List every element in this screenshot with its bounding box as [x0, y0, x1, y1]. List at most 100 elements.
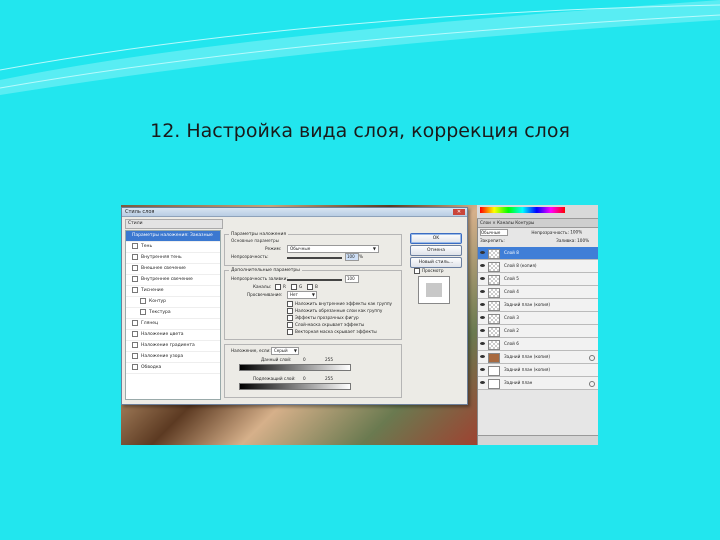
layer-thumbnail — [488, 314, 500, 324]
underlying-layer-min: 0 — [303, 376, 306, 381]
new-style-button[interactable]: Новый стиль... — [410, 257, 462, 268]
cancel-button[interactable]: Отмена — [410, 245, 462, 256]
checkbox[interactable] — [140, 297, 146, 304]
layer-row[interactable]: Задний план (копия) — [478, 299, 598, 312]
style-item-satin[interactable]: Глянец — [126, 319, 220, 330]
layers-tabs[interactable]: Слои × Каналы Контуры — [478, 219, 598, 228]
checkbox[interactable] — [132, 253, 138, 260]
mode-select[interactable]: Обычные ▼ — [287, 245, 379, 253]
style-item-texture[interactable]: Текстура — [126, 308, 220, 319]
eye-icon[interactable] — [480, 303, 485, 306]
channel-r[interactable]: R — [275, 284, 286, 290]
knockout-label: Просвечивание: — [247, 292, 283, 297]
opacity-input[interactable]: 100 — [345, 253, 359, 261]
styles-header[interactable]: Стили — [125, 219, 223, 229]
checkbox[interactable] — [132, 352, 138, 359]
eye-icon[interactable] — [480, 264, 485, 267]
layers-blend-select[interactable]: Обычные — [480, 229, 508, 236]
option-vector-mask-hides[interactable]: Векторная маска скрывает эффекты — [287, 329, 377, 335]
fill-value[interactable]: 100% — [577, 238, 589, 243]
checkbox[interactable] — [140, 308, 146, 315]
checkbox[interactable] — [287, 322, 293, 328]
layers-panel: Слои × Каналы Контуры Обычные Непрозрачн… — [477, 219, 598, 445]
ok-button[interactable]: OK — [410, 233, 462, 244]
style-item-drop-shadow[interactable]: Тень — [126, 242, 220, 253]
checkbox[interactable] — [291, 284, 297, 290]
eye-icon[interactable] — [480, 316, 485, 319]
close-icon[interactable]: ✕ — [453, 209, 465, 215]
checkbox[interactable] — [132, 275, 138, 282]
style-item-inner-shadow[interactable]: Внутренняя тень — [126, 253, 220, 264]
underlying-layer-label: Подлежащий слой: — [253, 376, 296, 381]
style-item-pattern-overlay[interactable]: Наложение узора — [126, 352, 220, 363]
eye-icon[interactable] — [480, 290, 485, 293]
style-item-stroke[interactable]: Обводка — [126, 363, 220, 374]
general-legend: Основные параметры — [231, 238, 279, 243]
option-blend-clipped[interactable]: Наложить обрезанные слои как группу — [287, 308, 382, 314]
blend-if-label: Наложение, если: — [231, 348, 271, 353]
lock-label: Закрепить: — [480, 238, 505, 243]
layer-row[interactable]: Слой 5 — [478, 273, 598, 286]
fill-opacity-slider[interactable] — [287, 279, 342, 281]
layer-row[interactable]: Слой 8 (копия) — [478, 260, 598, 273]
fill-opacity-input[interactable]: 100 — [345, 275, 359, 283]
eye-icon[interactable] — [480, 342, 485, 345]
decorative-swoosh — [0, 0, 720, 95]
style-item-outer-glow[interactable]: Внешнее свечение — [126, 264, 220, 275]
checkbox[interactable] — [132, 330, 138, 337]
channel-b[interactable]: B — [307, 284, 318, 290]
eye-icon[interactable] — [480, 368, 485, 371]
effects-icon[interactable] — [589, 355, 595, 361]
layers-opacity-value[interactable]: 100% — [570, 230, 582, 235]
checkbox[interactable] — [132, 242, 138, 249]
option-blend-interior[interactable]: Наложить внутренние эффекты как группу — [287, 301, 392, 307]
layer-thumbnail — [488, 288, 500, 298]
checkbox[interactable] — [287, 301, 293, 307]
layer-row[interactable]: Слой 6 — [478, 338, 598, 351]
channel-g[interactable]: G — [291, 284, 302, 290]
checkbox[interactable] — [287, 308, 293, 314]
layer-row[interactable]: Слой 8 — [478, 247, 598, 260]
style-item-color-overlay[interactable]: Наложение цвета — [126, 330, 220, 341]
checkbox[interactable] — [414, 268, 420, 274]
checkbox[interactable] — [287, 329, 293, 335]
checkbox[interactable] — [287, 315, 293, 321]
underlying-layer-gradient[interactable] — [239, 383, 351, 390]
eye-icon[interactable] — [480, 329, 485, 332]
style-item-inner-glow[interactable]: Внутреннее свечение — [126, 275, 220, 286]
layer-row[interactable]: Слой 2 — [478, 325, 598, 338]
style-item-blending-options[interactable]: Параметры наложения: Заказные — [126, 231, 220, 242]
layers-blend-row: Обычные Непрозрачность: 100% — [480, 229, 582, 236]
style-item-gradient-overlay[interactable]: Наложение градиента — [126, 341, 220, 352]
preview-toggle[interactable]: Просмотр — [414, 268, 444, 274]
checkbox[interactable] — [132, 341, 138, 348]
layer-row[interactable]: Слой 4 — [478, 286, 598, 299]
checkbox[interactable] — [132, 363, 138, 370]
eye-icon[interactable] — [480, 355, 485, 358]
channels-label: Каналы: — [253, 284, 272, 289]
layer-row[interactable]: Слой 3 — [478, 312, 598, 325]
checkbox[interactable] — [275, 284, 281, 290]
style-item-bevel[interactable]: Тиснение — [126, 286, 220, 297]
blend-if-select[interactable]: Серый ▼ — [271, 347, 299, 355]
checkbox[interactable] — [132, 286, 138, 293]
checkbox[interactable] — [307, 284, 313, 290]
layer-row[interactable]: Задний план (копия) — [478, 351, 598, 364]
eye-icon[interactable] — [480, 251, 485, 254]
option-transparency-shapes[interactable]: Эффекты прозрачных фигур — [287, 315, 359, 321]
layer-row[interactable]: Задний план — [478, 377, 598, 390]
layer-thumbnail — [488, 262, 500, 272]
color-spectrum[interactable] — [480, 207, 565, 213]
fill-label: Заливка: — [556, 238, 576, 243]
checkbox[interactable] — [132, 319, 138, 326]
option-layer-mask-hides[interactable]: Слой-маска скрывает эффекты — [287, 322, 364, 328]
effects-icon[interactable] — [589, 381, 595, 387]
eye-icon[interactable] — [480, 381, 485, 384]
opacity-slider[interactable] — [287, 257, 342, 259]
eye-icon[interactable] — [480, 277, 485, 280]
checkbox[interactable] — [132, 264, 138, 271]
this-layer-gradient[interactable] — [239, 364, 351, 371]
knockout-select[interactable]: Нет ▼ — [287, 291, 317, 299]
style-item-contour[interactable]: Контур — [126, 297, 220, 308]
layer-row[interactable]: Задний план (копия) — [478, 364, 598, 377]
